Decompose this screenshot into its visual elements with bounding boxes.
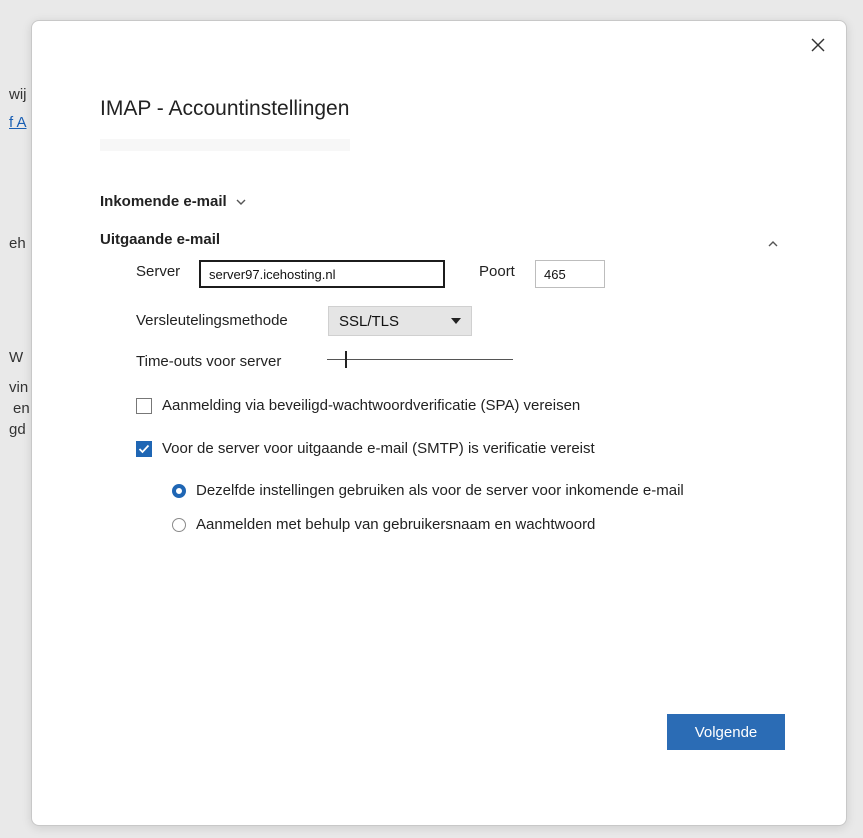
dialog-subtitle-placeholder — [100, 139, 350, 151]
chevron-down-icon — [236, 199, 246, 205]
account-settings-dialog: IMAP - Accountinstellingen Inkomende e-m… — [31, 20, 847, 826]
checkmark-icon — [138, 444, 150, 453]
close-button[interactable] — [804, 31, 832, 59]
smtp-auth-checkbox[interactable] — [136, 440, 152, 457]
port-label: Poort — [479, 263, 515, 280]
server-label: Server — [136, 263, 181, 280]
incoming-mail-label: Inkomende e-mail — [100, 193, 227, 210]
next-button[interactable]: Volgende — [667, 714, 785, 750]
smtp-auth-label: Voor de server voor uitgaande e-mail (SM… — [162, 440, 595, 457]
spa-checkbox[interactable] — [136, 397, 152, 414]
encryption-value: SSL/TLS — [339, 312, 400, 330]
spa-label: Aanmelding via beveiligd-wachtwoordverif… — [162, 397, 581, 414]
background-text: W — [9, 349, 24, 366]
radio-same-settings-label: Dezelfde instellingen gebruiken als voor… — [196, 482, 684, 499]
background-text: wij — [9, 86, 27, 103]
outgoing-mail-section-header: Uitgaande e-mail — [100, 231, 220, 248]
outgoing-mail-label: Uitgaande e-mail — [100, 231, 221, 248]
background-link[interactable]: f A — [9, 114, 27, 131]
port-input[interactable] — [535, 260, 605, 288]
dialog-title: IMAP - Accountinstellingen — [100, 97, 350, 120]
slider-thumb[interactable] — [345, 351, 347, 368]
background-text: en — [13, 400, 30, 417]
timeout-slider[interactable] — [327, 351, 513, 369]
background-text: gd — [9, 421, 26, 438]
background-text: vin — [9, 379, 29, 396]
radio-username-password-row[interactable]: Aanmelden met behulp van gebruikersnaam … — [172, 516, 595, 533]
smtp-auth-checkbox-row[interactable]: Voor de server voor uitgaande e-mail (SM… — [136, 440, 595, 457]
encryption-select[interactable]: SSL/TLS — [328, 306, 472, 336]
close-icon — [811, 38, 825, 52]
radio-same-settings-row[interactable]: Dezelfde instellingen gebruiken als voor… — [172, 482, 684, 499]
outgoing-collapse-button[interactable] — [767, 235, 779, 253]
radio-username-password-label: Aanmelden met behulp van gebruikersnaam … — [196, 516, 596, 533]
chevron-up-icon — [768, 241, 778, 247]
server-input[interactable] — [199, 260, 445, 288]
encryption-label: Versleutelingsmethode — [136, 312, 288, 329]
dropdown-arrow-icon — [451, 318, 461, 324]
radio-username-password[interactable] — [172, 517, 186, 532]
timeout-label: Time-outs voor server — [136, 353, 282, 370]
slider-track — [327, 359, 513, 360]
radio-same-settings[interactable] — [172, 483, 186, 498]
incoming-mail-section-toggle[interactable]: Inkomende e-mail — [100, 193, 247, 210]
spa-checkbox-row[interactable]: Aanmelding via beveiligd-wachtwoordverif… — [136, 397, 580, 414]
background-text: eh — [9, 235, 26, 252]
